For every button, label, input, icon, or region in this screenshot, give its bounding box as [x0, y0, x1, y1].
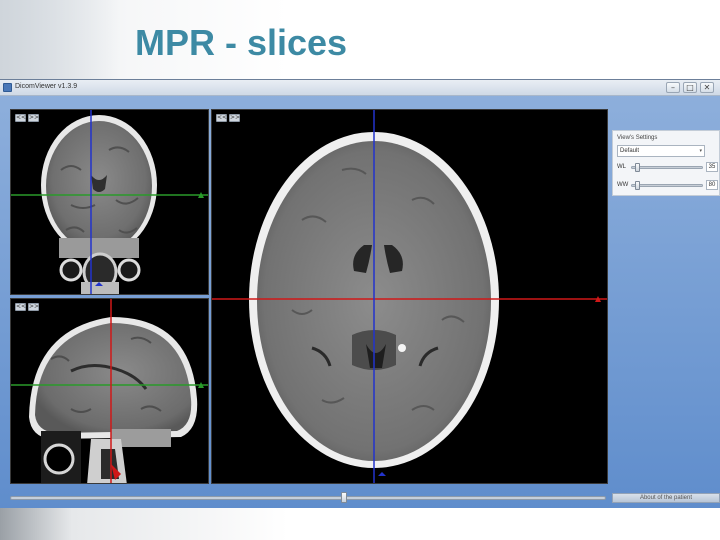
minimize-button[interactable]: –	[666, 82, 680, 93]
maximize-button[interactable]: □	[683, 82, 697, 93]
ww-slider-thumb[interactable]	[635, 181, 640, 190]
view-settings-heading: View's Settings	[617, 135, 658, 141]
ww-slider[interactable]	[631, 181, 703, 190]
slice-scrollbar-thumb[interactable]	[341, 492, 347, 503]
coronal-next-button[interactable]: >>	[28, 114, 39, 122]
axial-next-button[interactable]: >>	[229, 114, 240, 122]
wl-slider-thumb[interactable]	[635, 163, 640, 172]
coronal-image	[11, 110, 208, 294]
app-title: DicomViewer v1.3.9	[15, 83, 78, 90]
axial-prev-button[interactable]: <<	[216, 114, 227, 122]
chevron-down-icon: ▾	[699, 148, 702, 154]
close-button[interactable]: ✕	[700, 82, 714, 93]
dicom-viewer-window: DicomViewer v1.3.9 – □ ✕ << >> << >> << …	[0, 79, 720, 509]
ww-label: WW	[617, 182, 629, 188]
slice-scrollbar[interactable]	[10, 492, 606, 503]
sagittal-viewport[interactable]: << >>	[10, 298, 209, 484]
wl-label: WL	[617, 164, 626, 170]
preset-select[interactable]: Default ▾	[617, 145, 705, 157]
background-fade-bottom	[0, 508, 720, 540]
window-titlebar[interactable]: DicomViewer v1.3.9 – □ ✕	[0, 80, 720, 96]
background-fade-left	[0, 0, 120, 80]
coronal-viewport[interactable]: << >>	[10, 109, 209, 295]
ww-value[interactable]: 80	[706, 180, 718, 190]
view-settings-panel: View's Settings Default ▾ WL 35 WW 80	[612, 130, 720, 196]
axial-viewport[interactable]: << >>	[211, 109, 608, 484]
coronal-prev-button[interactable]: <<	[15, 114, 26, 122]
wl-value[interactable]: 35	[706, 162, 718, 172]
sagittal-prev-button[interactable]: <<	[15, 303, 26, 311]
wl-slider[interactable]	[631, 163, 703, 172]
sagittal-next-button[interactable]: >>	[28, 303, 39, 311]
preset-selected-value: Default	[620, 148, 640, 154]
app-icon	[3, 83, 12, 92]
sagittal-image	[11, 299, 208, 483]
axial-image	[212, 110, 607, 483]
slide-title: MPR - slices	[135, 22, 348, 63]
about-patient-button[interactable]: About of the patient	[612, 493, 720, 503]
